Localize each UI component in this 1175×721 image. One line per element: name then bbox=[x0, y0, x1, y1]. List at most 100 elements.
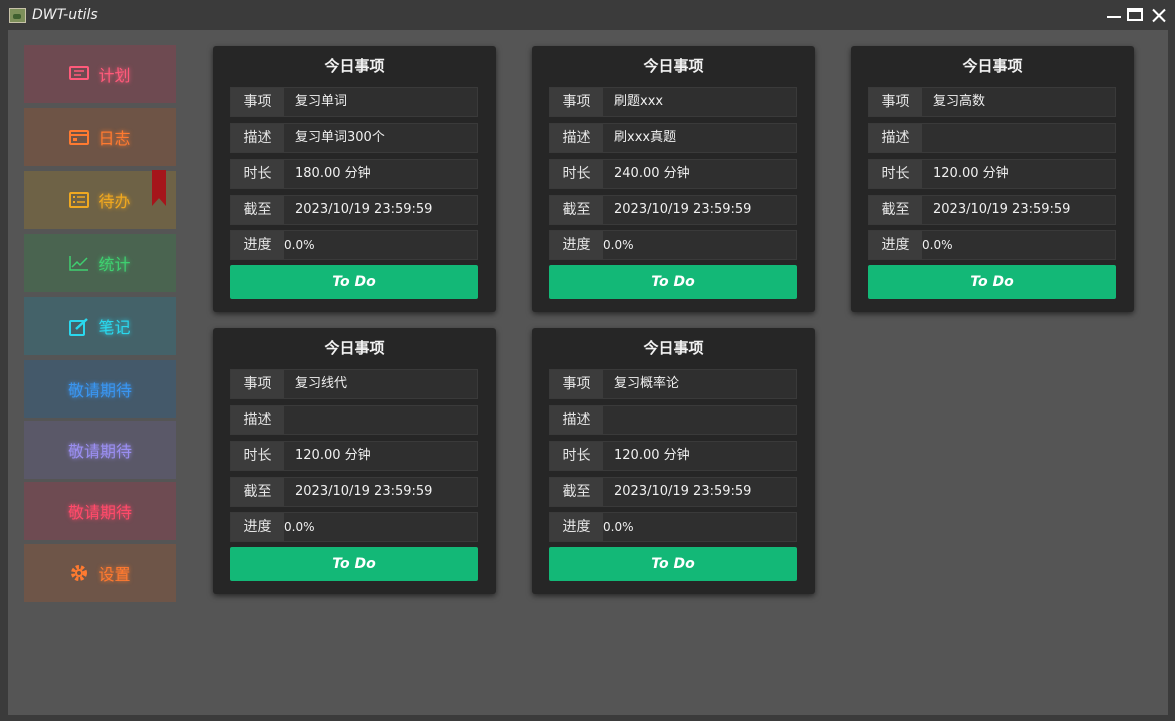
field-label: 时长 bbox=[550, 160, 603, 188]
card-title: 今日事项 bbox=[643, 339, 704, 357]
todo-card: 今日事项 事项 复习单词 描述 复习单词300个 时长 180.00 分钟 截至 2023/10… bbox=[213, 46, 496, 312]
progress-value: 0.0% bbox=[284, 520, 315, 534]
todo-card: 今日事项事项 复习概率论 描述时长 120.00 分钟 截至 2023/10/19 23:… bbox=[532, 328, 815, 594]
field-label: 描述 bbox=[869, 124, 922, 152]
card-field-row: 截至 2023/10/19 23:59:59 bbox=[230, 195, 478, 225]
field-label: 事项 bbox=[869, 88, 922, 116]
todo-button[interactable]: To Do bbox=[230, 547, 478, 581]
card-field-row: 事项 复习高数 bbox=[868, 87, 1116, 117]
sidebar-item-stats[interactable]: 统计 bbox=[24, 234, 176, 292]
card-field-row: 事项 复习线代 bbox=[230, 369, 478, 399]
field-label: 进度 bbox=[231, 231, 284, 259]
field-label: 时长 bbox=[231, 442, 284, 470]
field-label: 描述 bbox=[550, 406, 603, 434]
main-panel: 计划 日志 待办 统计 笔记 敬请期待 敬请期待 敬请期待 设置 今日事项 事项… bbox=[8, 30, 1168, 715]
todo-button[interactable]: To Do bbox=[549, 265, 797, 299]
minimize-button[interactable] bbox=[1104, 4, 1124, 26]
card-field-row: 截至 2023/10/19 23:59:59 bbox=[868, 195, 1116, 225]
gear-icon bbox=[69, 565, 89, 581]
card-field-row: 时长 240.00 分钟 bbox=[549, 159, 797, 189]
card-title: 今日事项 bbox=[324, 57, 385, 75]
card-field-row: 事项 复习概率论 bbox=[549, 369, 797, 399]
sidebar-item-log[interactable]: 日志 bbox=[24, 108, 176, 166]
progress-value: 0.0% bbox=[603, 520, 634, 534]
card-field-row: 时长 120.00 分钟 bbox=[868, 159, 1116, 189]
close-button[interactable] bbox=[1149, 4, 1169, 26]
field-label: 事项 bbox=[550, 370, 603, 398]
card-field-row: 事项 复习单词 bbox=[230, 87, 478, 117]
window-title: DWT-utils bbox=[32, 7, 98, 23]
card-field-row: 描述 复习单词300个 bbox=[230, 123, 478, 153]
card-title: 今日事项 bbox=[324, 339, 385, 357]
sidebar-item-label: 笔记 bbox=[98, 318, 131, 337]
card-field-row: 描述 bbox=[230, 405, 478, 435]
card-field-row: 时长 180.00 分钟 bbox=[230, 159, 478, 189]
field-label: 进度 bbox=[231, 513, 284, 541]
bookmark-icon bbox=[152, 170, 166, 206]
sidebar-item-label: 敬请期待 bbox=[67, 381, 132, 400]
checklist-icon bbox=[69, 192, 90, 208]
field-label: 进度 bbox=[550, 231, 603, 259]
sidebar-item-todo[interactable]: 待办 bbox=[24, 170, 176, 229]
field-value: 180.00 分钟 bbox=[295, 166, 371, 181]
card-field-row: 描述 bbox=[868, 123, 1116, 153]
field-label: 时长 bbox=[231, 160, 284, 188]
field-value: 2023/10/19 23:59:59 bbox=[614, 202, 752, 217]
card-field-row: 时长 120.00 分钟 bbox=[230, 441, 478, 471]
field-value: 复习高数 bbox=[933, 94, 986, 109]
sidebar-item-settings[interactable]: 设置 bbox=[24, 544, 176, 602]
sidebar-item-label: 敬请期待 bbox=[67, 442, 132, 461]
sidebar-item-notes[interactable]: 笔记 bbox=[24, 297, 176, 355]
field-value: 复习单词 bbox=[295, 94, 348, 109]
field-label: 事项 bbox=[231, 88, 284, 116]
progress-value: 0.0% bbox=[603, 238, 634, 252]
card-field-row: 描述 bbox=[549, 405, 797, 435]
field-label: 时长 bbox=[869, 160, 922, 188]
field-label: 进度 bbox=[869, 231, 922, 259]
field-label: 截至 bbox=[869, 196, 922, 224]
title-bar: DWT-utils bbox=[0, 0, 1175, 30]
field-value: 120.00 分钟 bbox=[933, 166, 1009, 181]
card-field-row: 事项 刷题xxx bbox=[549, 87, 797, 117]
sidebar-item-label: 设置 bbox=[98, 565, 131, 584]
field-label: 截至 bbox=[231, 478, 284, 506]
field-value: 2023/10/19 23:59:59 bbox=[295, 202, 433, 217]
calendar-icon bbox=[69, 129, 90, 145]
field-value: 120.00 分钟 bbox=[295, 448, 371, 463]
field-label: 进度 bbox=[550, 513, 603, 541]
sidebar-item-plan[interactable]: 计划 bbox=[24, 45, 176, 103]
field-label: 描述 bbox=[231, 124, 284, 152]
field-label: 截至 bbox=[550, 196, 603, 224]
sidebar-item-label: 计划 bbox=[98, 66, 131, 85]
field-label: 事项 bbox=[231, 370, 284, 398]
todo-button[interactable]: To Do bbox=[230, 265, 478, 299]
todo-card: 今日事项 事项 复习线代 描述 时长 120.00 分钟 截至 2023/10/19 23:5… bbox=[213, 328, 496, 594]
sidebar-item-coming-soon[interactable]: 敬请期待 bbox=[24, 482, 176, 540]
edit-icon bbox=[69, 318, 89, 336]
field-value: 240.00 分钟 bbox=[614, 166, 690, 181]
todo-button[interactable]: To Do bbox=[549, 547, 797, 581]
sidebar-item-coming-soon[interactable]: 敬请期待 bbox=[24, 421, 176, 479]
todo-button[interactable]: To Do bbox=[868, 265, 1116, 299]
field-value: 复习线代 bbox=[295, 376, 348, 391]
sidebar-item-label: 日志 bbox=[98, 129, 131, 148]
card-field-row: 截至 2023/10/19 23:59:59 bbox=[230, 477, 478, 507]
line-chart-icon bbox=[69, 255, 89, 271]
card-field-row: 截至 2023/10/19 23:59:59 bbox=[549, 195, 797, 225]
progress-value: 0.0% bbox=[284, 238, 315, 252]
field-label: 截至 bbox=[231, 196, 284, 224]
sidebar-item-label: 待办 bbox=[98, 192, 131, 211]
sidebar-item-coming-soon[interactable]: 敬请期待 bbox=[24, 360, 176, 418]
field-value: 120.00 分钟 bbox=[614, 448, 690, 463]
card-field-row: 时长 120.00 分钟 bbox=[549, 441, 797, 471]
card-field-row: 进度 0.0% bbox=[549, 512, 797, 542]
card-field-row: 截至 2023/10/19 23:59:59 bbox=[549, 477, 797, 507]
field-value: 复习概率论 bbox=[614, 376, 680, 391]
maximize-button[interactable] bbox=[1126, 4, 1146, 26]
card-title: 今日事项 bbox=[643, 57, 704, 75]
field-label: 时长 bbox=[550, 442, 603, 470]
field-value: 2023/10/19 23:59:59 bbox=[614, 484, 752, 499]
todo-card: 今日事项 事项 刷题xxx 描述 刷xxx真题 时长 240.00 分钟 截至 2023/10/… bbox=[532, 46, 815, 312]
field-value: 刷题xxx bbox=[614, 94, 664, 109]
field-label: 截至 bbox=[550, 478, 603, 506]
